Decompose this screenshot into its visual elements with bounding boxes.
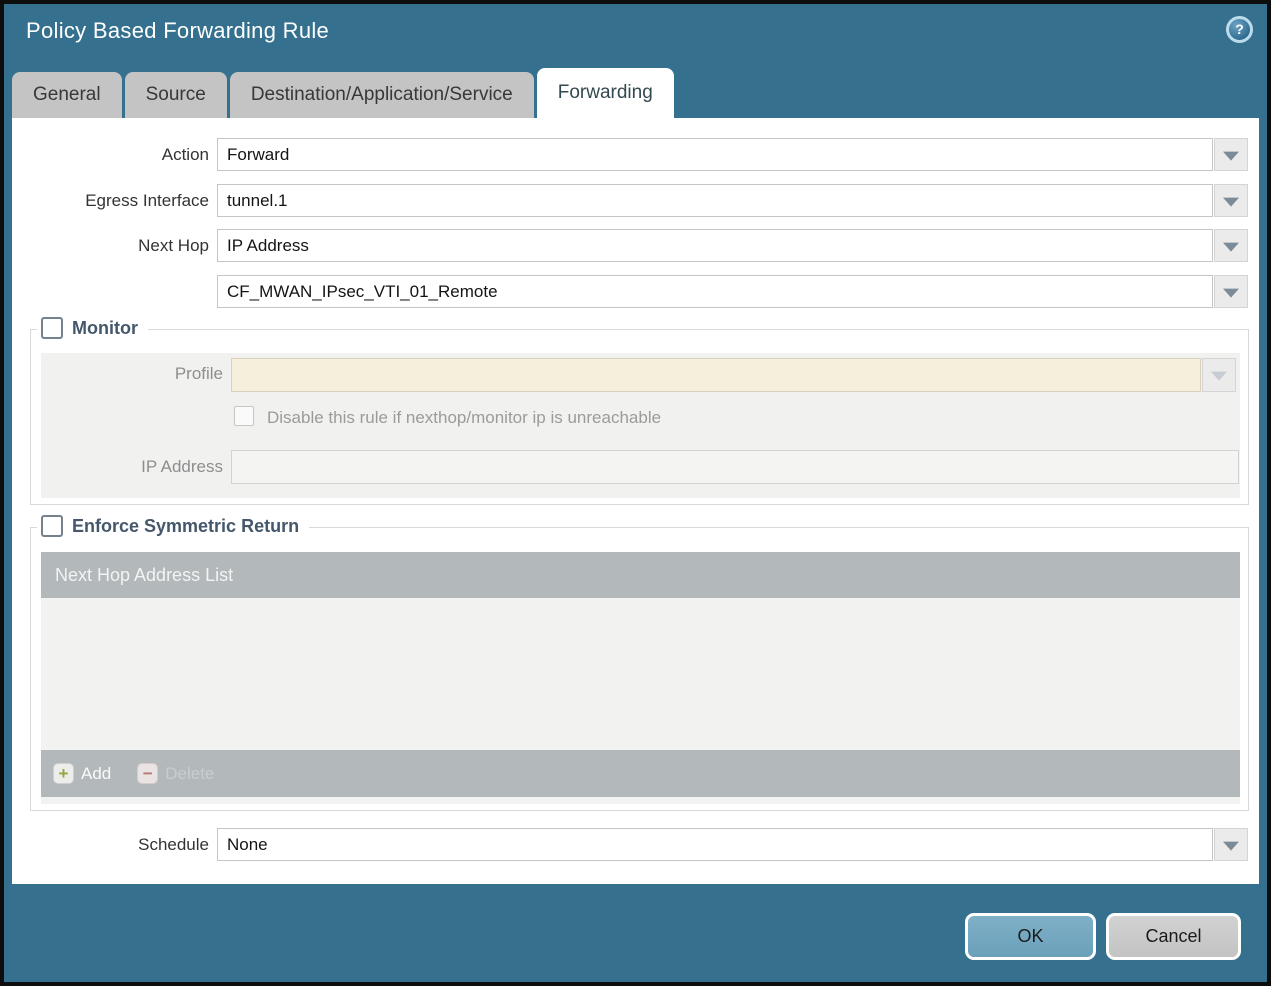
next-hop-address-value: CF_MWAN_IPsec_VTI_01_Remote — [227, 282, 498, 301]
add-button[interactable]: + Add — [53, 763, 111, 784]
dialog-title: Policy Based Forwarding Rule — [26, 18, 330, 43]
egress-interface-dropdown-button[interactable] — [1214, 184, 1248, 217]
action-dropdown-button[interactable] — [1214, 138, 1248, 171]
monitor-legend-label: Monitor — [72, 317, 138, 338]
disable-rule-label: Disable this rule if nexthop/monitor ip … — [267, 408, 662, 427]
next-hop-address-list-toolbar: + Add − Delete — [41, 750, 1240, 797]
cancel-button[interactable]: Cancel — [1106, 913, 1241, 960]
tab-destination-application-service[interactable]: Destination/Application/Service — [229, 72, 534, 118]
chevron-down-icon — [1223, 841, 1239, 851]
monitor-group: Monitor Profile Disable this rule if nex… — [30, 317, 1249, 505]
dialog-window: Policy Based Forwarding Rule ? General S… — [0, 0, 1271, 986]
symmetric-return-legend-label: Enforce Symmetric Return — [72, 515, 300, 536]
chevron-down-icon — [1223, 151, 1239, 161]
schedule-select[interactable]: None — [217, 828, 1213, 861]
egress-interface-label: Egress Interface — [85, 191, 209, 210]
next-hop-address-select[interactable]: CF_MWAN_IPsec_VTI_01_Remote — [217, 275, 1213, 308]
disable-rule-checkbox — [234, 406, 254, 426]
tab-forwarding[interactable]: Forwarding — [536, 68, 674, 118]
action-select[interactable]: Forward — [217, 138, 1213, 171]
schedule-dropdown-button[interactable] — [1214, 828, 1248, 861]
chevron-down-icon — [1223, 288, 1239, 298]
monitor-panel: Profile Disable this rule if nexthop/mon… — [41, 353, 1240, 498]
add-button-label: Add — [81, 763, 112, 783]
ok-button[interactable]: OK — [965, 913, 1096, 960]
chevron-down-icon — [1211, 371, 1227, 381]
next-hop-address-dropdown-button[interactable] — [1214, 275, 1248, 308]
next-hop-select[interactable]: IP Address — [217, 229, 1213, 262]
next-hop-address-list-body[interactable] — [41, 598, 1240, 750]
egress-interface-select[interactable]: tunnel.1 — [217, 184, 1213, 217]
profile-label: Profile — [174, 364, 223, 383]
help-icon[interactable]: ? — [1226, 16, 1253, 43]
next-hop-dropdown-button[interactable] — [1214, 229, 1248, 262]
tab-source[interactable]: Source — [124, 72, 227, 118]
schedule-label: Schedule — [138, 835, 209, 854]
action-label: Action — [161, 145, 209, 164]
next-hop-address-list-table: Next Hop Address List + Add − Delete — [41, 552, 1240, 804]
delete-button: − Delete — [137, 763, 214, 784]
next-hop-label: Next Hop — [138, 236, 209, 255]
minus-icon: − — [137, 763, 159, 784]
monitor-legend: Monitor — [37, 317, 148, 339]
action-value: Forward — [227, 145, 290, 164]
symmetric-return-group: Enforce Symmetric Return Next Hop Addres… — [30, 515, 1249, 811]
forwarding-tab-panel: Action Forward Egress Interface tunnel.1… — [12, 118, 1259, 884]
enforce-symmetric-return-checkbox[interactable] — [41, 515, 63, 537]
monitor-ip-address-input — [231, 450, 1239, 484]
next-hop-address-list-header-label: Next Hop Address List — [55, 565, 234, 585]
egress-interface-value: tunnel.1 — [227, 191, 288, 210]
profile-select — [231, 358, 1201, 392]
plus-icon: + — [53, 763, 74, 784]
chevron-down-icon — [1223, 197, 1239, 207]
profile-dropdown-button — [1202, 358, 1236, 392]
symmetric-return-legend: Enforce Symmetric Return — [37, 515, 310, 537]
chevron-down-icon — [1223, 242, 1239, 252]
table-bottom-strip — [41, 797, 1240, 804]
monitor-checkbox[interactable] — [41, 317, 63, 339]
schedule-value: None — [227, 835, 268, 854]
next-hop-address-list-header: Next Hop Address List — [41, 552, 1240, 598]
tab-general[interactable]: General — [12, 72, 122, 118]
next-hop-value: IP Address — [227, 236, 309, 255]
delete-button-label: Delete — [165, 763, 215, 783]
tab-bar: General Source Destination/Application/S… — [12, 68, 677, 118]
monitor-ip-address-label: IP Address — [141, 457, 223, 476]
